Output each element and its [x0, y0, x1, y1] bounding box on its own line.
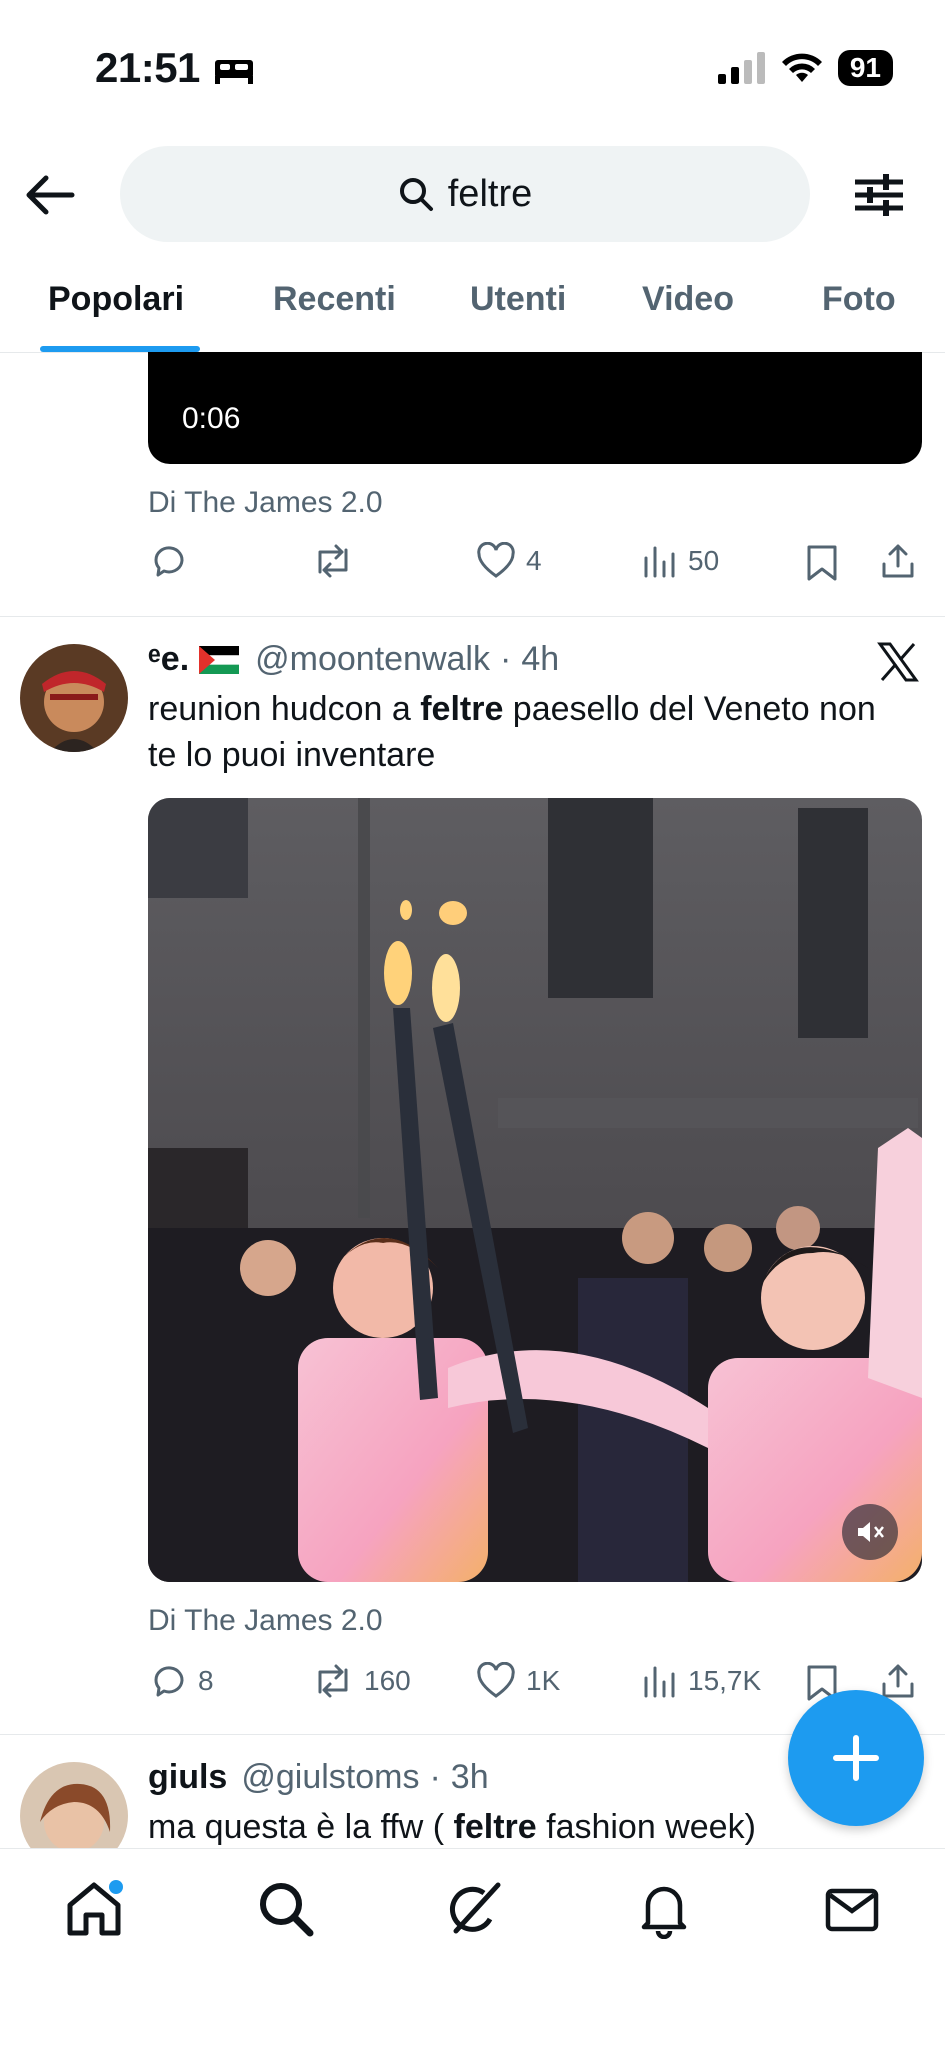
retweet-icon	[318, 1664, 348, 1698]
retweet-button[interactable]	[312, 542, 354, 580]
mute-button[interactable]	[842, 1504, 898, 1560]
search-tabs: Popolari Recenti Utenti Video Foto	[0, 268, 945, 353]
tab-popolari[interactable]: Popolari	[48, 280, 184, 319]
handle[interactable]: @giulstoms	[241, 1758, 419, 1797]
search-query: feltre	[447, 172, 533, 215]
video-duration: 0:06	[182, 402, 241, 435]
reply-icon	[154, 1666, 184, 1697]
tweet-header: ᵉe. @moontenwalk · 4h	[148, 640, 559, 679]
like-button[interactable]: 1K	[476, 1662, 560, 1700]
views-count: 15,7K	[688, 1665, 762, 1696]
tweet-header: giuls @giulstoms · 3h	[148, 1758, 489, 1797]
avatar[interactable]	[20, 644, 128, 752]
bookmark-icon[interactable]	[806, 544, 838, 582]
highlight-term: feltre	[453, 1808, 537, 1846]
compose-icon	[833, 1735, 879, 1781]
signal-icon	[717, 52, 765, 84]
display-name[interactable]: ᵉe.	[148, 640, 189, 679]
tab-foto[interactable]: Foto	[822, 280, 896, 319]
x-logo-icon	[877, 642, 919, 682]
handle[interactable]: @moontenwalk	[255, 640, 490, 679]
video-player[interactable]	[148, 352, 922, 464]
back-arrow-icon[interactable]	[22, 170, 78, 220]
explore-icon[interactable]	[256, 1879, 316, 1939]
tweet-source[interactable]: Di The James 2.0	[148, 486, 383, 520]
tweet-time[interactable]: 3h	[451, 1758, 489, 1797]
search-input[interactable]: feltre	[120, 146, 810, 242]
like-count: 4	[526, 545, 542, 576]
views-count: 50	[688, 545, 720, 576]
tweet-source[interactable]: Di The James 2.0	[148, 1604, 383, 1638]
like-button[interactable]: 4	[476, 542, 542, 580]
status-indicators: 91	[717, 50, 893, 86]
notifications-icon[interactable]	[634, 1879, 694, 1939]
tweet-time[interactable]: 4h	[521, 640, 559, 679]
views-button[interactable]: 50	[642, 542, 719, 580]
separator-dot: ·	[429, 1758, 441, 1796]
retweet-icon	[318, 544, 348, 578]
views-icon	[644, 546, 675, 578]
reply-count: 8	[198, 1665, 214, 1696]
like-icon	[477, 1662, 515, 1698]
bottom-navigation	[0, 1848, 945, 2049]
separator-dot: ·	[500, 640, 512, 678]
tab-recenti[interactable]: Recenti	[273, 280, 396, 319]
search-icon	[399, 178, 433, 211]
views-icon	[644, 1666, 675, 1698]
reply-button[interactable]	[150, 542, 188, 580]
reply-icon	[154, 546, 184, 577]
retweet-count: 160	[364, 1665, 411, 1696]
reply-button[interactable]: 8	[150, 1662, 214, 1700]
like-icon	[477, 542, 515, 578]
palestine-flag-icon	[199, 645, 240, 674]
highlight-term: feltre	[420, 690, 504, 728]
battery-level: 91	[837, 50, 893, 86]
tweet-media-video[interactable]	[148, 798, 922, 1582]
filter-icon[interactable]	[853, 170, 905, 220]
tab-utenti[interactable]: Utenti	[470, 280, 566, 319]
status-time: 21:51	[95, 44, 255, 92]
tweet-text: reunion hudcon a feltre paesello del Ven…	[148, 690, 876, 774]
compose-button[interactable]	[788, 1690, 924, 1826]
share-icon[interactable]	[880, 542, 916, 580]
wifi-icon	[781, 53, 822, 82]
grok-icon[interactable]	[444, 1879, 504, 1939]
like-count: 1K	[526, 1665, 561, 1696]
tab-video[interactable]: Video	[642, 280, 734, 319]
home-icon[interactable]	[64, 1879, 124, 1939]
bed-icon	[215, 59, 254, 84]
messages-icon[interactable]	[822, 1879, 882, 1939]
display-name[interactable]: giuls	[148, 1758, 227, 1797]
views-button[interactable]: 15,7K	[642, 1662, 761, 1700]
divider	[0, 616, 945, 617]
mute-icon	[858, 1522, 884, 1542]
retweet-button[interactable]: 160	[312, 1662, 411, 1700]
